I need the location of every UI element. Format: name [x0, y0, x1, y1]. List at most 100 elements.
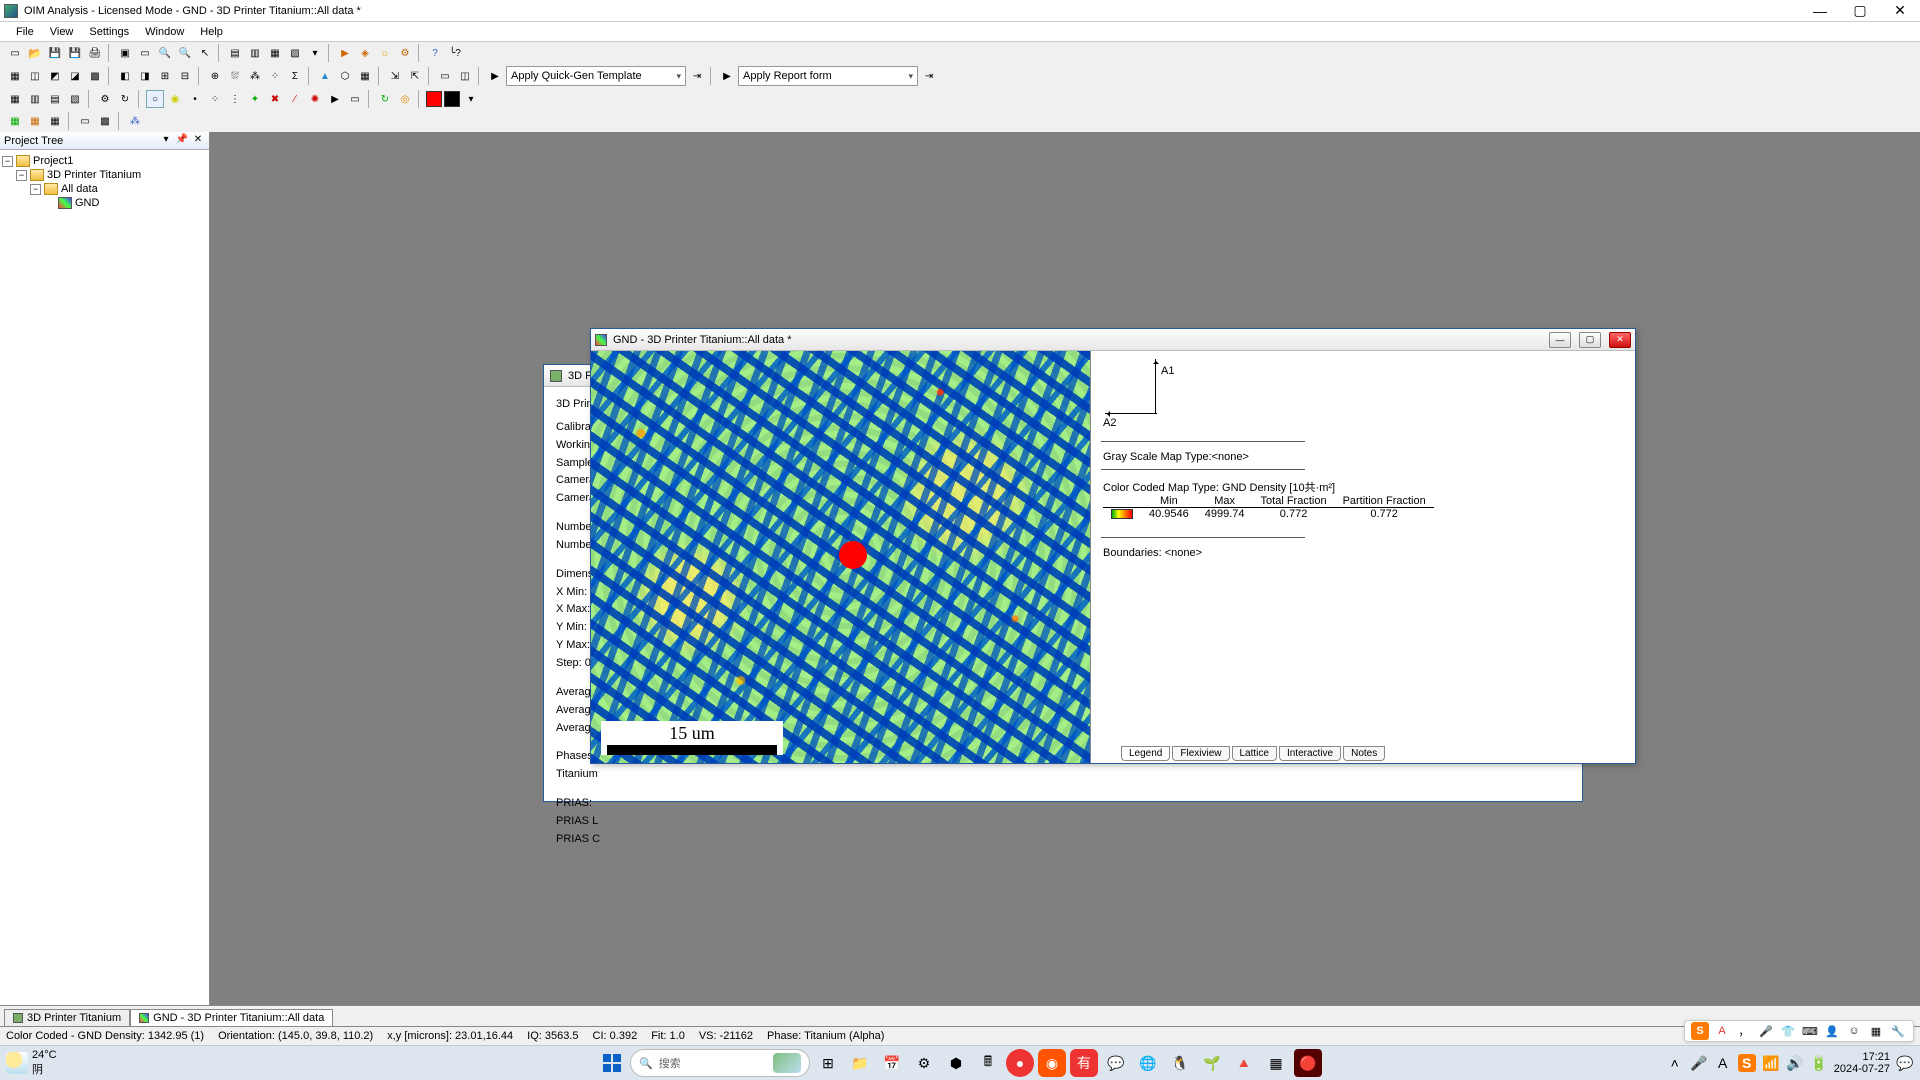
menu-help[interactable]: Help	[192, 24, 231, 40]
triangle-button[interactable]: ▲	[316, 67, 334, 85]
help-button[interactable]: ?	[426, 44, 444, 62]
ime-toolbar[interactable]: S A ， 🎤 👕 ⌨ 👤 ☺ ▦ 🔧	[1684, 1020, 1914, 1042]
app-icon-2[interactable]: 🐧	[1166, 1049, 1194, 1077]
panel-dropdown-button[interactable]: ▾	[159, 134, 173, 148]
menu-window[interactable]: Window	[137, 24, 192, 40]
map-type-5[interactable]: ▩	[86, 67, 104, 85]
menu-settings[interactable]: Settings	[81, 24, 137, 40]
mt-burst[interactable]: ✺	[306, 90, 324, 108]
report-go-button[interactable]: ⇥	[920, 67, 938, 85]
map-type-7[interactable]: ◨	[136, 67, 154, 85]
edge-icon[interactable]: 🌐	[1134, 1049, 1162, 1077]
menu-view[interactable]: View	[42, 24, 82, 40]
tab-interactive[interactable]: Interactive	[1279, 746, 1341, 761]
tray-sogou-icon[interactable]: S	[1738, 1054, 1756, 1072]
tray-overflow-button[interactable]: ˄	[1666, 1054, 1684, 1072]
abc-button[interactable]: Σ	[286, 67, 304, 85]
color-dropdown[interactable]: ▾	[462, 90, 480, 108]
mt-play[interactable]: ▶	[326, 90, 344, 108]
cascade-button[interactable]: ▦	[266, 44, 284, 62]
mt-circle[interactable]: ○	[146, 90, 164, 108]
pointer-button[interactable]	[196, 44, 214, 62]
chart-button[interactable]: ⛆	[226, 67, 244, 85]
settings-icon[interactable]: ⚙	[910, 1049, 938, 1077]
notifications-button[interactable]: 💬	[1896, 1054, 1914, 1072]
mt-gear[interactable]: ⚙	[96, 90, 114, 108]
panel-pin-button[interactable]: 📌	[175, 134, 189, 148]
oim-taskbar-icon[interactable]: ▦	[1262, 1049, 1290, 1077]
map-viewport[interactable]: 15 um	[591, 351, 1091, 763]
zoom-out-button[interactable]	[176, 44, 194, 62]
close-button[interactable]: ✕	[1880, 1, 1920, 21]
mt-4[interactable]: ▧	[66, 90, 84, 108]
export2-button[interactable]: ⇱	[406, 67, 424, 85]
page-button[interactable]: ▭	[436, 67, 454, 85]
tree-collapse-icon[interactable]: −	[16, 170, 27, 181]
scatter-button[interactable]: ⁘	[266, 67, 284, 85]
tab-notes[interactable]: Notes	[1343, 746, 1385, 761]
panel-close-button[interactable]: ✕	[191, 134, 205, 148]
maximize-button[interactable]: ▢	[1840, 1, 1880, 21]
app-icon-orange[interactable]: ◉	[1038, 1049, 1066, 1077]
mt-loop[interactable]: ↻	[376, 90, 394, 108]
cl-6[interactable]: ⁂	[126, 112, 144, 130]
map-type-4[interactable]: ◪	[66, 67, 84, 85]
taskbar-weather[interactable]: 24°C 阴	[6, 1049, 57, 1077]
hex-button[interactable]: ⬡	[336, 67, 354, 85]
page2-button[interactable]: ◫	[456, 67, 474, 85]
ime-keyboard-icon[interactable]: ⌨	[1801, 1022, 1819, 1040]
run-quickgen-button[interactable]: ▶	[486, 67, 504, 85]
mt-1[interactable]: ▦	[6, 90, 24, 108]
mt-2[interactable]: ▥	[26, 90, 44, 108]
cl-1[interactable]: ▦	[6, 112, 24, 130]
minimize-button[interactable]: —	[1800, 1, 1840, 21]
mt-dot2[interactable]: ⁘	[206, 90, 224, 108]
doctab-dataset[interactable]: 3D Printer Titanium	[4, 1009, 130, 1026]
color-secondary[interactable]	[444, 91, 460, 107]
cl-4[interactable]: ▭	[76, 112, 94, 130]
grid-button[interactable]: ▦	[356, 67, 374, 85]
taskbar-clock[interactable]: 17:21 2024-07-27	[1834, 1051, 1890, 1075]
system-tray[interactable]: ˄ 🎤 A S 📶 🔊 🔋 17:21 2024-07-27 💬	[1666, 1051, 1914, 1075]
window-list-button[interactable]: ▾	[306, 44, 324, 62]
mt-line[interactable]: ⁄	[286, 90, 304, 108]
tray-lang-icon[interactable]: A	[1714, 1054, 1732, 1072]
mt-rect[interactable]: ▭	[346, 90, 364, 108]
mt-star[interactable]: ✦	[246, 90, 264, 108]
menu-file[interactable]: File	[8, 24, 42, 40]
taskbar-search[interactable]: 🔍 搜索	[630, 1049, 810, 1077]
ime-grid-icon[interactable]: ▦	[1867, 1022, 1885, 1040]
batch-button[interactable]: ▶	[336, 44, 354, 62]
globe-button[interactable]: ⊕	[206, 67, 224, 85]
map-type-9[interactable]: ⊟	[176, 67, 194, 85]
ime-tool-icon[interactable]: 🔧	[1889, 1022, 1907, 1040]
color-primary[interactable]	[426, 91, 442, 107]
whatsthis-button[interactable]: ╰?	[446, 44, 464, 62]
mt-dot3[interactable]: ⋮	[226, 90, 244, 108]
sun-button[interactable]: ☼	[376, 44, 394, 62]
gear-button[interactable]: ⚙	[396, 44, 414, 62]
cl-2[interactable]: ▦	[26, 112, 44, 130]
ime-mic-icon[interactable]: 🎤	[1757, 1022, 1775, 1040]
tree-collapse-icon[interactable]: −	[2, 156, 13, 167]
ime-user-icon[interactable]: 👤	[1823, 1022, 1841, 1040]
tray-volume-icon[interactable]: 🔊	[1786, 1054, 1804, 1072]
cl-3[interactable]: ▦	[46, 112, 64, 130]
new-button[interactable]	[6, 44, 24, 62]
save-button[interactable]	[46, 44, 64, 62]
project-tree[interactable]: − Project1 − 3D Printer Titanium − All d…	[0, 150, 209, 1005]
mt-target[interactable]: ◎	[396, 90, 414, 108]
ime-emoji-icon[interactable]: ☺	[1845, 1022, 1863, 1040]
app-icon-3[interactable]: 🌱	[1198, 1049, 1226, 1077]
select-rect-button[interactable]: ▭	[136, 44, 154, 62]
tree-collapse-icon[interactable]: −	[30, 184, 41, 195]
map-maximize-button[interactable]: ▢	[1579, 332, 1601, 348]
open-button[interactable]	[26, 44, 44, 62]
map-type-3[interactable]: ◩	[46, 67, 64, 85]
tree-project-node[interactable]: − Project1	[2, 154, 207, 168]
db-button[interactable]: ◈	[356, 44, 374, 62]
calculator-icon[interactable]: 🖩	[974, 1049, 1002, 1077]
zoom-in-button[interactable]	[156, 44, 174, 62]
mt-dot1[interactable]: •	[186, 90, 204, 108]
doctab-map[interactable]: GND - 3D Printer Titanium::All data	[130, 1009, 333, 1026]
